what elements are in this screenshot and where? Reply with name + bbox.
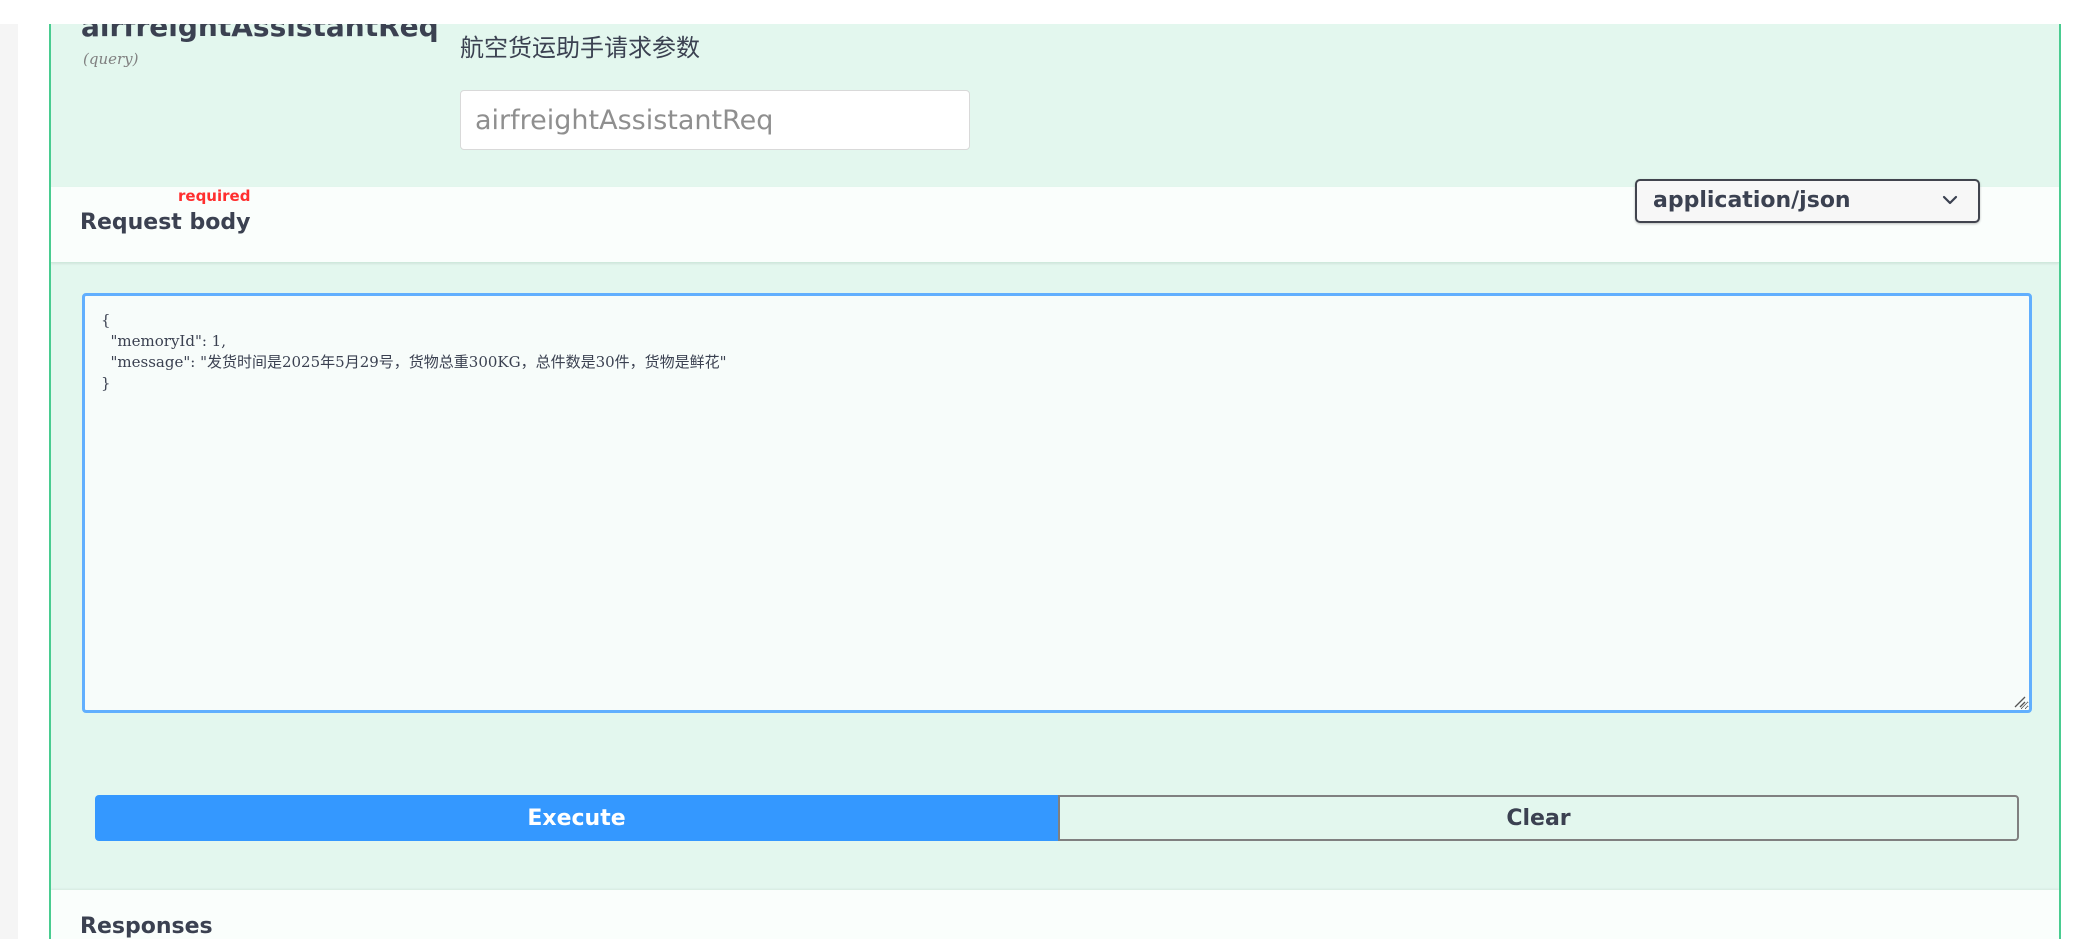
top-edge — [0, 0, 2085, 24]
execute-button[interactable]: Execute — [95, 795, 1058, 841]
required-badge: required — [178, 187, 251, 205]
responses-title: Responses — [80, 914, 213, 939]
operation-block: airfreightAssistantReq (query) 航空货运助手请求参… — [49, 24, 2061, 939]
left-gutter — [0, 24, 18, 939]
responses-header: Responses — [51, 890, 2059, 939]
right-padding — [2061, 24, 2085, 939]
chevron-down-icon — [1942, 195, 1958, 205]
parameter-input[interactable] — [460, 90, 970, 150]
request-body-title: Request body — [80, 210, 251, 235]
parameter-name: airfreightAssistantReq — [81, 24, 439, 43]
clear-button[interactable]: Clear — [1058, 795, 2019, 841]
request-body-editor[interactable] — [82, 293, 2032, 713]
parameter-description: 航空货运助手请求参数 — [460, 34, 700, 62]
content-type-value: application/json — [1653, 188, 1851, 213]
execute-wrapper: Execute Clear — [95, 795, 2019, 841]
resize-handle-icon[interactable] — [2012, 694, 2026, 708]
parameter-location: (query) — [83, 50, 139, 68]
swagger-page: airfreightAssistantReq (query) 航空货运助手请求参… — [0, 0, 2085, 939]
content-type-select[interactable]: application/json — [1635, 179, 1980, 223]
